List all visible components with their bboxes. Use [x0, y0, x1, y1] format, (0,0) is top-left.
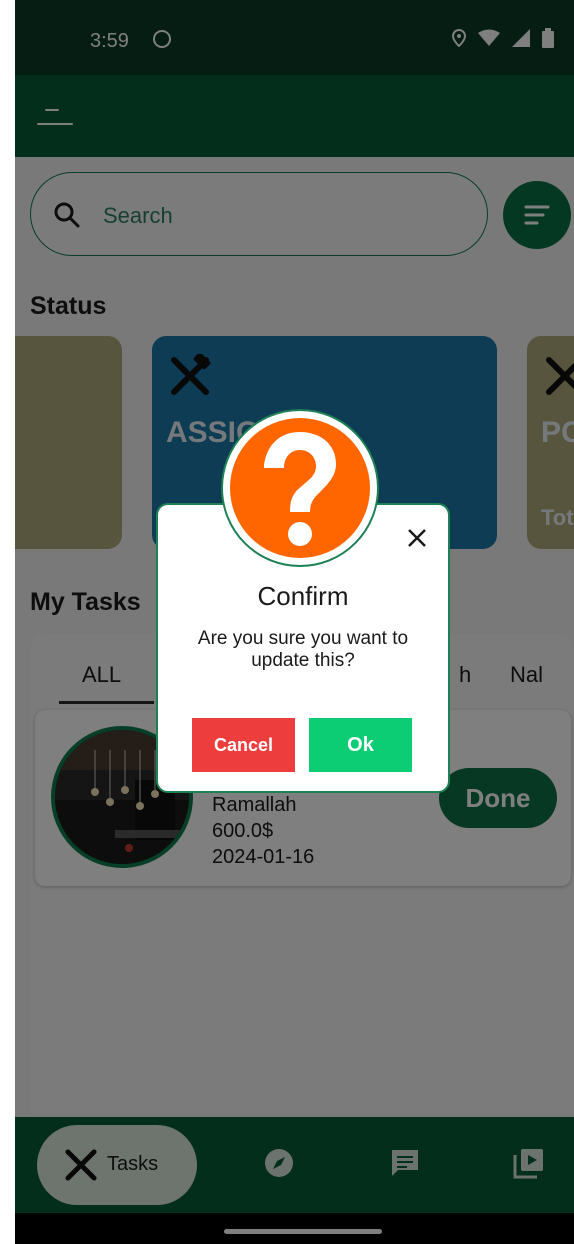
- ok-button[interactable]: Ok: [309, 718, 412, 772]
- app-screen: 3:59 Status ASSIG PC Tot M: [15, 0, 574, 1244]
- device-frame: 3:59 Status ASSIG PC Tot M: [0, 0, 574, 1244]
- dialog-message: Are you sure you want to update this?: [197, 628, 409, 671]
- question-icon: [230, 418, 370, 558]
- close-icon[interactable]: [402, 523, 432, 553]
- dialog-title: Confirm: [257, 581, 349, 611]
- cancel-button[interactable]: Cancel: [192, 718, 295, 772]
- dialog-badge: [221, 409, 379, 567]
